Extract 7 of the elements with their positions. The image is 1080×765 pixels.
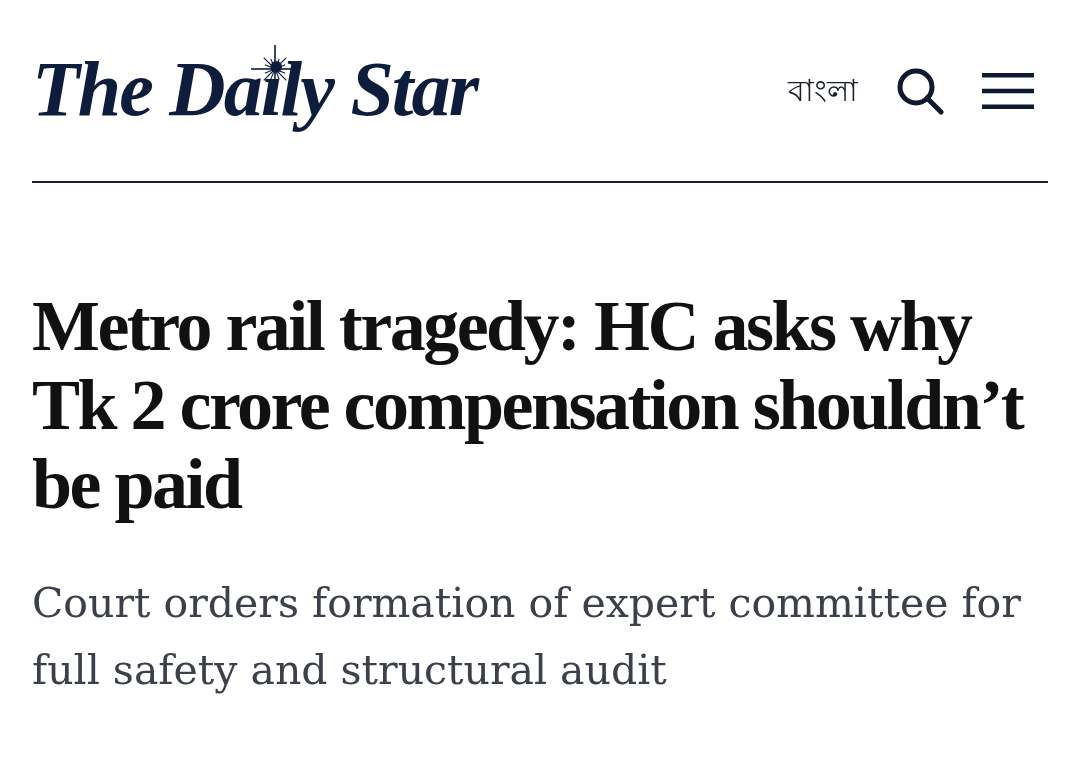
search-button[interactable] — [896, 66, 944, 115]
menu-button[interactable] — [982, 70, 1034, 111]
search-icon — [896, 66, 944, 115]
article-subheadline: Court orders formation of expert committee for full safety and structural audit — [32, 578, 1022, 696]
menu-icon — [982, 72, 1034, 109]
article-headline: Metro rail tragedy: HC asks why Tk 2 crore compensation shouldn’t be paid — [32, 287, 1025, 524]
language-link[interactable]: বাংলা — [788, 75, 858, 106]
